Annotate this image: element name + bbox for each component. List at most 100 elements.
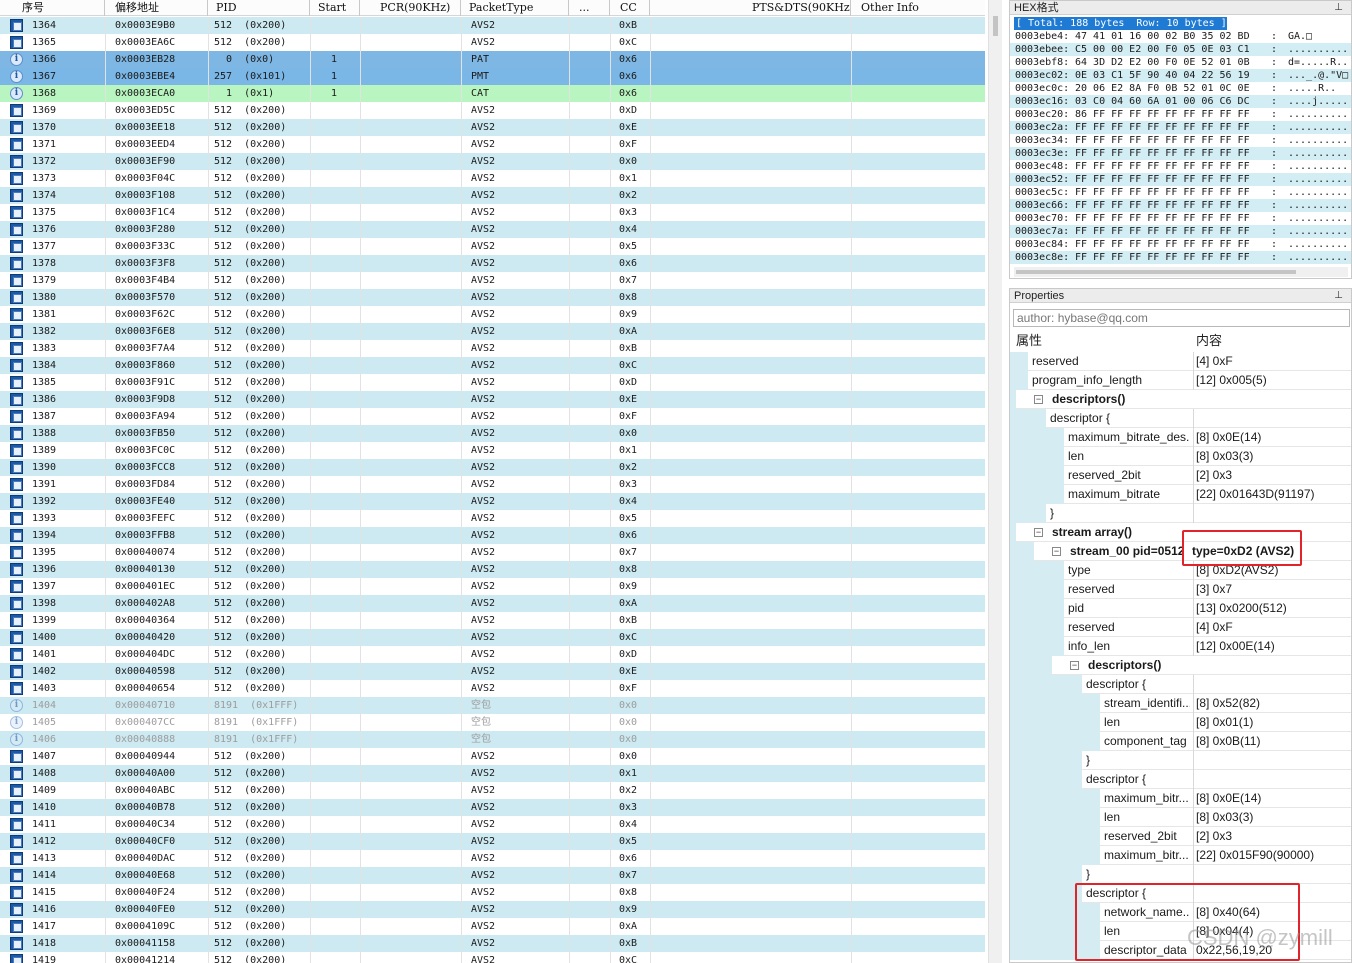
property-row[interactable]: stream_identifi... [8] 0x52(82) bbox=[1010, 694, 1351, 713]
table-row[interactable]: 1389 0x0003FC0C 512 (0x200) AVS2 0x1 bbox=[0, 442, 985, 459]
table-row[interactable]: 1409 0x00040ABC 512 (0x200) AVS2 0x2 bbox=[0, 782, 985, 799]
column-header-offset[interactable]: 偏移地址 bbox=[105, 0, 208, 16]
table-row[interactable]: 1380 0x0003F570 512 (0x200) AVS2 0x8 bbox=[0, 289, 985, 306]
hex-row[interactable]: 0003ec84: FF FF FF FF FF FF FF FF FF FF..… bbox=[1010, 238, 1351, 251]
property-row[interactable]: info_len [12] 0x00E(14) bbox=[1010, 637, 1351, 656]
hex-scrollbar-thumb[interactable] bbox=[1016, 270, 1296, 274]
table-row[interactable]: 1417 0x0004109C 512 (0x200) AVS2 0xA bbox=[0, 918, 985, 935]
table-row[interactable]: 1384 0x0003F860 512 (0x200) AVS2 0xC bbox=[0, 357, 985, 374]
hex-row[interactable]: 0003ec20: 86 FF FF FF FF FF FF FF FF FF..… bbox=[1010, 108, 1351, 121]
table-row[interactable]: i 1367 0x0003EBE4 257 (0x101) 1 PMT 0x6 bbox=[0, 68, 985, 85]
property-row[interactable]: pid [13] 0x0200(512) bbox=[1010, 599, 1351, 618]
column-header-more[interactable]: ... bbox=[569, 0, 610, 16]
table-row[interactable]: 1375 0x0003F1C4 512 (0x200) AVS2 0x3 bbox=[0, 204, 985, 221]
property-row[interactable]: maximum_bitrate [22] 0x01643D(91197) bbox=[1010, 485, 1351, 504]
table-row[interactable]: 1372 0x0003EF90 512 (0x200) AVS2 0x0 bbox=[0, 153, 985, 170]
column-header-cc[interactable]: CC bbox=[610, 0, 650, 16]
property-row[interactable]: reserved [4] 0xF bbox=[1010, 618, 1351, 637]
property-category[interactable]: − descriptors() bbox=[1010, 656, 1351, 675]
table-row[interactable]: 1412 0x00040CF0 512 (0x200) AVS2 0x5 bbox=[0, 833, 985, 850]
hex-row[interactable]: 0003ec8e: FF FF FF FF FF FF FF FF FF FF..… bbox=[1010, 251, 1351, 264]
author-field[interactable]: author: hybase@qq.com bbox=[1013, 309, 1350, 327]
table-row[interactable]: 1395 0x00040074 512 (0x200) AVS2 0x7 bbox=[0, 544, 985, 561]
hex-row[interactable]: 0003ec5c: FF FF FF FF FF FF FF FF FF FF..… bbox=[1010, 186, 1351, 199]
hex-row[interactable]: 0003ec3e: FF FF FF FF FF FF FF FF FF FF..… bbox=[1010, 147, 1351, 160]
property-row[interactable]: len [8] 0x01(1) bbox=[1010, 713, 1351, 732]
column-header-pts-dts[interactable]: PTS&DTS(90KHz) bbox=[650, 0, 851, 16]
column-header-other-info[interactable]: Other Info bbox=[851, 0, 985, 16]
table-row[interactable]: 1388 0x0003FB50 512 (0x200) AVS2 0x0 bbox=[0, 425, 985, 442]
packet-list-scrollbar-thumb[interactable] bbox=[993, 16, 998, 36]
table-row[interactable]: 1391 0x0003FD84 512 (0x200) AVS2 0x3 bbox=[0, 476, 985, 493]
hex-row[interactable]: 0003ec2a: FF FF FF FF FF FF FF FF FF FF..… bbox=[1010, 121, 1351, 134]
table-row[interactable]: 1394 0x0003FFB8 512 (0x200) AVS2 0x6 bbox=[0, 527, 985, 544]
pin-icon[interactable]: ⊥ bbox=[1334, 289, 1343, 303]
table-row[interactable]: 1377 0x0003F33C 512 (0x200) AVS2 0x5 bbox=[0, 238, 985, 255]
table-row[interactable]: 1408 0x00040A00 512 (0x200) AVS2 0x1 bbox=[0, 765, 985, 782]
table-row[interactable]: 1414 0x00040E68 512 (0x200) AVS2 0x7 bbox=[0, 867, 985, 884]
property-row[interactable]: descriptor { bbox=[1010, 770, 1351, 789]
table-row[interactable]: 1379 0x0003F4B4 512 (0x200) AVS2 0x7 bbox=[0, 272, 985, 289]
hex-row[interactable]: 0003ec52: FF FF FF FF FF FF FF FF FF FF..… bbox=[1010, 173, 1351, 186]
table-row[interactable]: 1393 0x0003FEFC 512 (0x200) AVS2 0x5 bbox=[0, 510, 985, 527]
table-row[interactable]: 1373 0x0003F04C 512 (0x200) AVS2 0x1 bbox=[0, 170, 985, 187]
table-row[interactable]: 1415 0x00040F24 512 (0x200) AVS2 0x8 bbox=[0, 884, 985, 901]
table-row[interactable]: 1402 0x00040598 512 (0x200) AVS2 0xE bbox=[0, 663, 985, 680]
table-row[interactable]: 1398 0x000402A8 512 (0x200) AVS2 0xA bbox=[0, 595, 985, 612]
hex-row[interactable]: 0003ec02: 0E 03 C1 5F 90 40 04 22 56 19..… bbox=[1010, 69, 1351, 82]
table-row[interactable]: 1403 0x00040654 512 (0x200) AVS2 0xF bbox=[0, 680, 985, 697]
property-row[interactable]: program_info_length [12] 0x005(5) bbox=[1010, 371, 1351, 390]
column-header-pid[interactable]: PID bbox=[208, 0, 310, 16]
property-row[interactable]: descriptor { bbox=[1010, 409, 1351, 428]
collapse-toggle-icon[interactable]: − bbox=[1052, 547, 1061, 556]
table-row[interactable]: 1378 0x0003F3F8 512 (0x200) AVS2 0x6 bbox=[0, 255, 985, 272]
table-row[interactable]: 1407 0x00040944 512 (0x200) AVS2 0x0 bbox=[0, 748, 985, 765]
table-row[interactable]: 1386 0x0003F9D8 512 (0x200) AVS2 0xE bbox=[0, 391, 985, 408]
property-category[interactable]: − descriptors() bbox=[1010, 390, 1351, 409]
column-header-packet-type[interactable]: PacketType bbox=[461, 0, 569, 16]
table-row[interactable]: 1413 0x00040DAC 512 (0x200) AVS2 0x6 bbox=[0, 850, 985, 867]
table-row[interactable]: 1382 0x0003F6E8 512 (0x200) AVS2 0xA bbox=[0, 323, 985, 340]
table-row[interactable]: i 1405 0x000407CC 8191 (0x1FFF) 空包 0x0 bbox=[0, 714, 985, 731]
table-row[interactable]: 1401 0x000404DC 512 (0x200) AVS2 0xD bbox=[0, 646, 985, 663]
property-row[interactable]: maximum_bitrate_des... [8] 0x0E(14) bbox=[1010, 428, 1351, 447]
hex-row[interactable]: 0003ec70: FF FF FF FF FF FF FF FF FF FF..… bbox=[1010, 212, 1351, 225]
property-row[interactable]: len [8] 0x03(3) bbox=[1010, 447, 1351, 466]
table-row[interactable]: 1381 0x0003F62C 512 (0x200) AVS2 0x9 bbox=[0, 306, 985, 323]
hex-row[interactable]: 0003ec7a: FF FF FF FF FF FF FF FF FF FF..… bbox=[1010, 225, 1351, 238]
table-row[interactable]: 1365 0x0003EA6C 512 (0x200) AVS2 0xC bbox=[0, 34, 985, 51]
property-row[interactable]: } bbox=[1010, 865, 1351, 884]
table-row[interactable]: i 1406 0x00040888 8191 (0x1FFF) 空包 0x0 bbox=[0, 731, 985, 748]
hex-row[interactable]: 0003ebe4: 47 41 01 16 00 02 B0 35 02 BD GA… bbox=[1010, 30, 1351, 43]
property-row[interactable]: reserved [4] 0xF bbox=[1010, 352, 1351, 371]
table-row[interactable]: 1399 0x00040364 512 (0x200) AVS2 0xB bbox=[0, 612, 985, 629]
hex-row[interactable]: 0003ec66: FF FF FF FF FF FF FF FF FF FF..… bbox=[1010, 199, 1351, 212]
property-row[interactable]: component_tag [8] 0x0B(11) bbox=[1010, 732, 1351, 751]
collapse-toggle-icon[interactable]: − bbox=[1034, 395, 1043, 404]
table-row[interactable]: i 1404 0x00040710 8191 (0x1FFF) 空包 0x0 bbox=[0, 697, 985, 714]
property-row[interactable]: descriptor { bbox=[1010, 675, 1351, 694]
table-row[interactable]: 1364 0x0003E9B0 512 (0x200) AVS2 0xB bbox=[0, 17, 985, 34]
table-row[interactable]: 1419 0x00041214 512 (0x200) AVS2 0xC bbox=[0, 952, 985, 963]
property-row[interactable]: reserved [3] 0x7 bbox=[1010, 580, 1351, 599]
hex-row[interactable]: 0003ec0c: 20 06 E2 8A F0 0B 52 01 0C 0E..… bbox=[1010, 82, 1351, 95]
table-row[interactable]: 1383 0x0003F7A4 512 (0x200) AVS2 0xB bbox=[0, 340, 985, 357]
table-row[interactable]: 1370 0x0003EE18 512 (0x200) AVS2 0xE bbox=[0, 119, 985, 136]
property-row[interactable]: maximum_bitr... [22] 0x015F90(90000) bbox=[1010, 846, 1351, 865]
table-row[interactable]: 1400 0x00040420 512 (0x200) AVS2 0xC bbox=[0, 629, 985, 646]
hex-row[interactable]: 0003ec16: 03 C0 04 60 6A 01 00 06 C6 DC..… bbox=[1010, 95, 1351, 108]
table-row[interactable]: 1411 0x00040C34 512 (0x200) AVS2 0x4 bbox=[0, 816, 985, 833]
column-header-start[interactable]: Start bbox=[310, 0, 360, 16]
table-row[interactable]: 1410 0x00040B78 512 (0x200) AVS2 0x3 bbox=[0, 799, 985, 816]
table-row[interactable]: 1376 0x0003F280 512 (0x200) AVS2 0x4 bbox=[0, 221, 985, 238]
hex-row[interactable]: 0003ec34: FF FF FF FF FF FF FF FF FF FF..… bbox=[1010, 134, 1351, 147]
property-row[interactable]: } bbox=[1010, 751, 1351, 770]
table-row[interactable]: 1371 0x0003EED4 512 (0x200) AVS2 0xF bbox=[0, 136, 985, 153]
property-row[interactable]: reserved_2bit [2] 0x3 bbox=[1010, 827, 1351, 846]
table-row[interactable]: 1396 0x00040130 512 (0x200) AVS2 0x8 bbox=[0, 561, 985, 578]
table-row[interactable]: 1387 0x0003FA94 512 (0x200) AVS2 0xF bbox=[0, 408, 985, 425]
column-header-content[interactable]: 内容 bbox=[1196, 331, 1222, 351]
hex-row[interactable]: 0003ec48: FF FF FF FF FF FF FF FF FF FF..… bbox=[1010, 160, 1351, 173]
column-header-attribute[interactable]: 属性 bbox=[1016, 331, 1042, 351]
column-header-pcr[interactable]: PCR(90KHz) bbox=[360, 0, 461, 16]
